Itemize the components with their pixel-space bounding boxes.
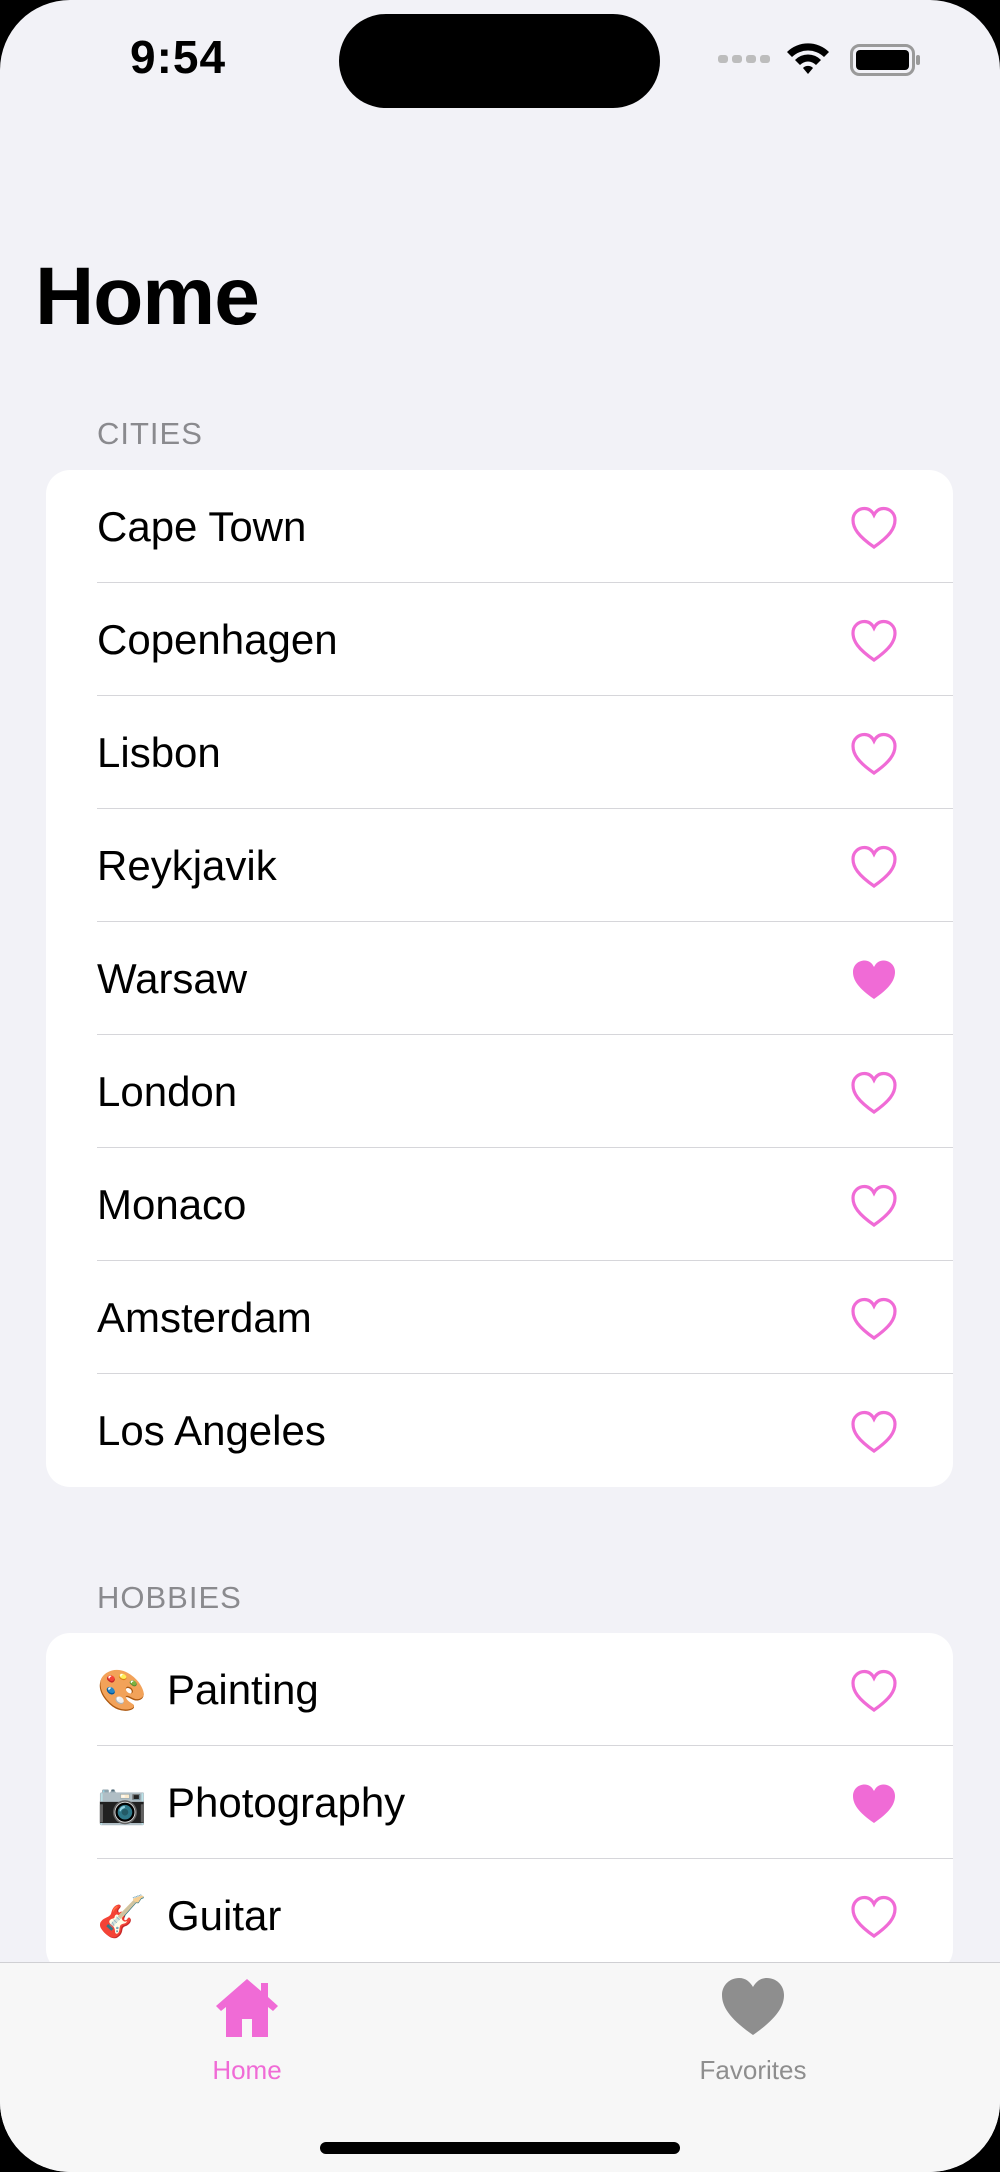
heart-outline-icon[interactable] [850,1895,898,1939]
screen: 9:54 Home CITIES Cape Town Copenhagen Lisb… [0,0,1000,2172]
heart-outline-icon[interactable] [850,1410,898,1454]
city-row[interactable]: Cape Town [46,470,953,583]
hobbies-list: 🎨 Painting 📷 Photography 🎸 Guitar [46,1633,953,1973]
section-header-cities: CITIES [97,416,203,451]
city-label: Monaco [97,1180,247,1228]
hobby-row[interactable]: 🎸 Guitar [46,1859,953,1972]
hobby-label: 🎸 Guitar [97,1892,281,1940]
heart-outline-icon[interactable] [850,1669,898,1713]
heart-outline-icon[interactable] [850,845,898,889]
home-indicator[interactable] [320,2142,680,2154]
city-row[interactable]: Los Angeles [46,1374,953,1487]
heart-filled-icon[interactable] [850,958,898,1002]
wifi-icon [787,43,829,74]
heart-icon [722,1978,784,2035]
dynamic-island [339,14,660,108]
status-time: 9:54 [130,31,227,83]
heart-filled-icon[interactable] [850,1782,898,1826]
city-label: Lisbon [97,728,221,776]
hobby-emoji-icon: 📷 [97,1781,147,1826]
battery-icon [850,44,920,76]
city-label: Copenhagen [97,615,338,663]
tab-home[interactable]: Home [147,1963,347,2113]
hobby-emoji-icon: 🎸 [97,1894,147,1939]
hobby-label: 🎨 Painting [97,1666,319,1714]
tab-favorites[interactable]: Favorites [653,1963,853,2113]
city-row[interactable]: Warsaw [46,922,953,1035]
city-row[interactable]: Monaco [46,1148,953,1261]
hobby-name: Photography [167,1778,406,1826]
city-label: Reykjavik [97,841,277,889]
heart-outline-icon[interactable] [850,1184,898,1228]
city-label: Warsaw [97,954,248,1002]
hobby-row[interactable]: 📷 Photography [46,1746,953,1859]
city-row[interactable]: Copenhagen [46,583,953,696]
city-row[interactable]: Amsterdam [46,1261,953,1374]
cities-list: Cape Town Copenhagen Lisbon Reykjavik Warsaw… [46,470,953,1487]
city-label: Amsterdam [97,1293,312,1341]
hobby-name: Painting [167,1665,319,1713]
page-title: Home [35,251,260,342]
heart-outline-icon[interactable] [850,506,898,550]
heart-outline-icon[interactable] [850,1297,898,1341]
tab-home-label: Home [212,2055,282,2085]
heart-outline-icon[interactable] [850,619,898,663]
hobby-emoji-icon: 🎨 [97,1668,147,1713]
heart-outline-icon[interactable] [850,1071,898,1115]
city-label: Los Angeles [97,1406,326,1454]
heart-outline-icon[interactable] [850,732,898,776]
cellular-signal-icon [718,55,770,63]
hobby-name: Guitar [167,1891,282,1939]
city-row[interactable]: Reykjavik [46,809,953,922]
city-label: Cape Town [97,502,307,550]
house-icon [216,1979,278,2037]
city-row[interactable]: London [46,1035,953,1148]
city-label: London [97,1067,238,1115]
hobby-label: 📷 Photography [97,1779,405,1827]
section-header-hobbies: HOBBIES [97,1580,242,1615]
tab-favorites-label: Favorites [699,2055,807,2085]
tab-bar: Home Favorites [0,1962,1000,2172]
hobby-row[interactable]: 🎨 Painting [46,1633,953,1746]
city-row[interactable]: Lisbon [46,696,953,809]
